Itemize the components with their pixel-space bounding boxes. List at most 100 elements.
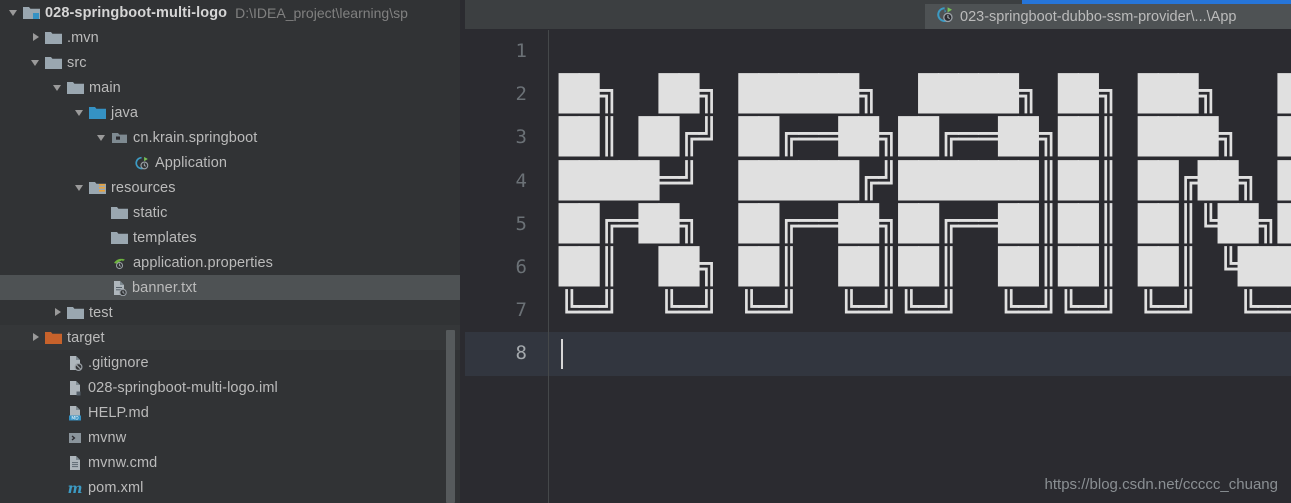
tree-item-label: .gitignore [88, 354, 149, 371]
tree-item-label: test [89, 304, 113, 321]
tree-item-label: target [67, 329, 105, 346]
line-number[interactable]: 8 [465, 332, 548, 376]
code-line[interactable] [549, 332, 1291, 376]
line-number[interactable]: 1 [465, 30, 548, 73]
tree-item-028-springboot-multi-logo-iml[interactable]: 028-springboot-multi-logo.iml [0, 375, 465, 400]
module-folder-icon [23, 5, 40, 20]
folder-icon [67, 305, 84, 320]
code-line[interactable]: ╚═╝ ╚═╝ ╚═╝ ╚═╝╚═╝ ╚═╝╚═╝ ╚═╝ ╚═══╝ [549, 289, 1291, 332]
code-line[interactable] [549, 30, 1291, 73]
tree-arrow-placeholder [52, 456, 65, 469]
tree-item-banner-txt[interactable]: banner.txt [0, 275, 465, 300]
line-number[interactable]: 7 [465, 289, 548, 332]
tree-arrow-placeholder [52, 406, 65, 419]
tree-item-mvnw-cmd[interactable]: mvnw.cmd [0, 450, 465, 475]
sidebar-scrollbar-thumb[interactable] [446, 330, 455, 503]
folder-icon [67, 80, 84, 95]
maven-icon: m [67, 480, 83, 496]
tree-item-label: main [89, 79, 121, 96]
tree-item-application[interactable]: Application [0, 150, 465, 175]
markdown-icon: MD [67, 405, 83, 421]
line-number[interactable]: 6 [465, 246, 548, 289]
tree-item-static[interactable]: static [0, 200, 465, 225]
editor-tab-bar[interactable]: 023-springboot-dubbo-ssm-provider\...\Ap… [465, 0, 1291, 30]
line-number[interactable]: 3 [465, 116, 548, 159]
tree-item--mvn[interactable]: .mvn [0, 25, 465, 50]
tree-arrow-placeholder [52, 431, 65, 444]
tree-item-label: 028-springboot-multi-logo [45, 4, 228, 21]
editor-pane: 023-springboot-dubbo-ssm-provider\...\Ap… [465, 0, 1291, 503]
code-line[interactable]: █████═╝ ██████╔╝███████║██║ ██╔██╗ ██║ [549, 160, 1291, 203]
svg-text:m: m [68, 481, 83, 496]
tree-item-templates[interactable]: templates [0, 225, 465, 250]
text-caret [561, 339, 563, 370]
cmd-file-icon [67, 455, 83, 471]
folder-icon [111, 230, 128, 245]
tree-item-028-springboot-multi-logo[interactable]: 028-springboot-multi-logo D:\IDEA_project… [0, 0, 465, 25]
tab-label: 023-springboot-dubbo-ssm-provider\...\Ap… [960, 8, 1237, 25]
project-tool-window[interactable]: 028-springboot-multi-logo D:\IDEA_project… [0, 0, 465, 503]
tree-item-label: banner.txt [132, 279, 197, 296]
line-number[interactable]: 4 [465, 160, 548, 203]
tree-arrow-placeholder [96, 231, 109, 244]
chevron-expanded-icon[interactable] [74, 181, 87, 194]
tree-item-help-md[interactable]: MD HELP.md [0, 400, 465, 425]
tab-023-springboot-dubbo-ssm-provider[interactable]: 023-springboot-dubbo-ssm-provider\...\Ap… [925, 4, 1291, 29]
line-number[interactable]: 2 [465, 73, 548, 116]
folder-icon [45, 55, 62, 70]
project-tree[interactable]: 028-springboot-multi-logo D:\IDEA_project… [0, 0, 465, 500]
tree-item-label: templates [133, 229, 197, 246]
watermark-text: https://blog.csdn.net/ccccc_chuang [1044, 476, 1278, 493]
folder-icon [111, 205, 128, 220]
tree-item-label: cn.krain.springboot [133, 129, 258, 146]
tree-item-label: application.properties [133, 254, 274, 271]
tree-item-label: .mvn [67, 29, 99, 46]
tree-arrow-placeholder [96, 206, 109, 219]
chevron-expanded-icon[interactable] [74, 106, 87, 119]
chevron-collapsed-icon[interactable] [30, 331, 43, 344]
code-line[interactable]: ██╔═██╗ ██╔══██╗██╔══██║██║ ██║╚██╗██║ [549, 203, 1291, 246]
spring-boot-icon [133, 155, 150, 171]
tree-item-pom-xml[interactable]: m pom.xml [0, 475, 465, 500]
line-number-gutter[interactable]: 12345678 [465, 30, 549, 503]
sidebar-scrollbar-track[interactable] [446, 0, 460, 503]
text-file-icon [111, 280, 127, 296]
ide-window: 028-springboot-multi-logo D:\IDEA_project… [0, 0, 1291, 503]
tree-item-label: 028-springboot-multi-logo.iml [88, 379, 278, 396]
tree-arrow-placeholder [52, 481, 65, 494]
tree-item-label: Application [155, 154, 228, 171]
svg-text:MD: MD [71, 415, 79, 420]
tree-item-cn-krain-springboot[interactable]: cn.krain.springboot [0, 125, 465, 150]
chevron-expanded-icon[interactable] [8, 6, 21, 19]
tree-item-application-properties[interactable]: application.properties [0, 250, 465, 275]
spring-boot-icon [935, 5, 954, 29]
tree-item-resources[interactable]: resources [0, 175, 465, 200]
chevron-expanded-icon[interactable] [30, 56, 43, 69]
tree-item-label: resources [111, 179, 176, 196]
tree-item--gitignore[interactable]: .gitignore [0, 350, 465, 375]
code-area[interactable]: ██╗ ██╗ ██████╗ █████╗ ██╗ ███╗ ██╗ ██║ █… [549, 30, 1291, 503]
target-folder-icon [45, 330, 62, 345]
code-line[interactable]: ██║ ██╔╝ ██╔══██╗██╔══██╗██║ ████╗ ██║ [549, 116, 1291, 159]
tree-item-java[interactable]: java [0, 100, 465, 125]
tree-item-target[interactable]: target [0, 325, 465, 350]
tree-item-src[interactable]: src [0, 50, 465, 75]
chevron-expanded-icon[interactable] [96, 131, 109, 144]
chevron-expanded-icon[interactable] [52, 81, 65, 94]
line-number[interactable]: 5 [465, 203, 548, 246]
chevron-collapsed-icon[interactable] [52, 306, 65, 319]
tree-item-test[interactable]: test [0, 300, 465, 325]
tree-arrow-placeholder [118, 156, 131, 169]
tree-arrow-placeholder [96, 256, 109, 269]
tree-item-label: HELP.md [88, 404, 149, 421]
tree-item-label: static [133, 204, 168, 221]
editor-body: 12345678 ██╗ ██╗ ██████╗ █████╗ ██╗ ███╗… [465, 30, 1291, 503]
code-line[interactable]: ██╗ ██╗ ██████╗ █████╗ ██╗ ███╗ ██╗ [549, 73, 1291, 116]
chevron-collapsed-icon[interactable] [30, 31, 43, 44]
tree-item-label: java [111, 104, 138, 121]
project-path-hint: D:\IDEA_project\learning\sp [235, 4, 408, 21]
code-line[interactable]: ██║ ██╗ ██║ ██║██║ ██║██║ ██║ ╚████║ [549, 246, 1291, 289]
tree-item-main[interactable]: main [0, 75, 465, 100]
shell-script-icon [67, 430, 83, 446]
tree-item-mvnw[interactable]: mvnw [0, 425, 465, 450]
